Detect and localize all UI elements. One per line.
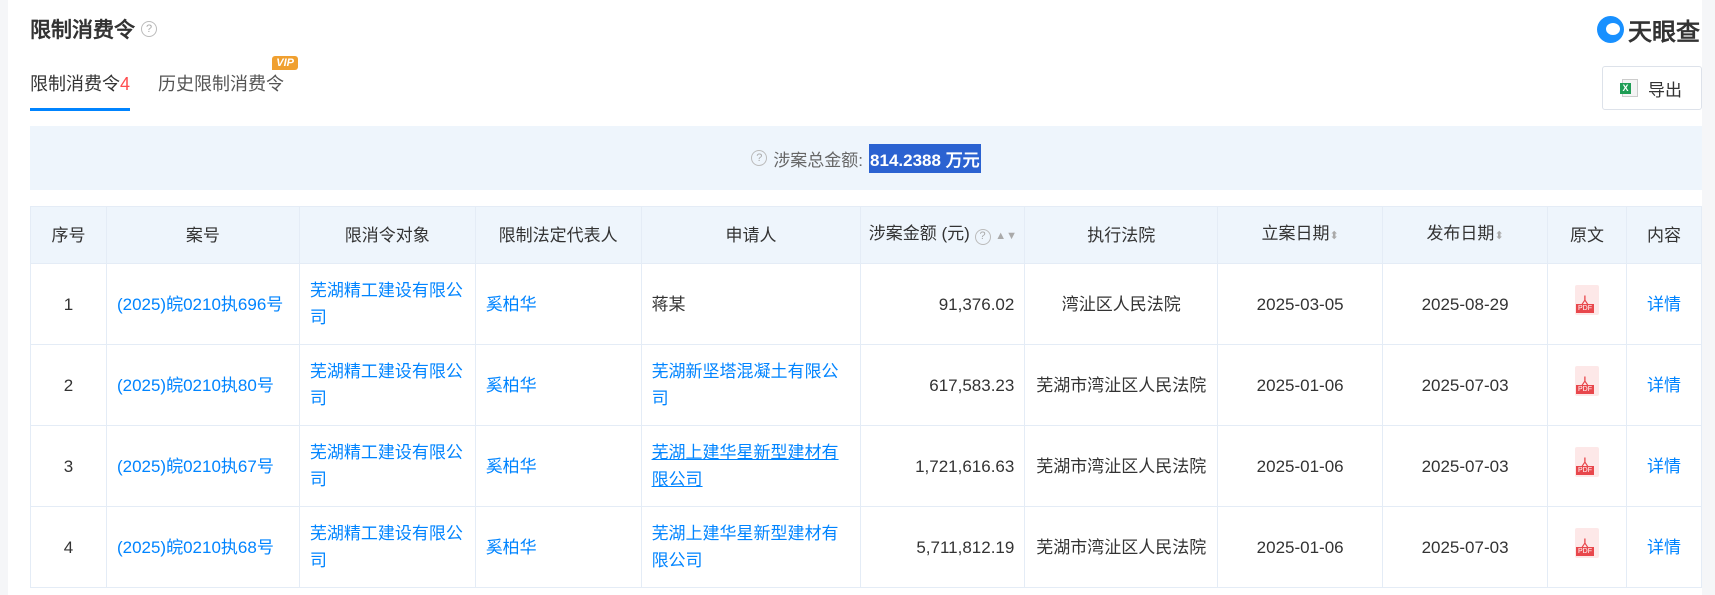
target-company-link[interactable]: 芜湖精工建设有限公司 [298, 263, 476, 345]
sort-icon: ▲▼ [995, 230, 1018, 242]
table-row: 2 (2025)皖0210执80号 芜湖精工建设有限公司 奚柏华 芜湖新坚塔混凝… [30, 344, 1703, 426]
legal-rep-link[interactable]: 奚柏华 [474, 506, 642, 588]
export-button[interactable]: 导出 [1602, 66, 1702, 110]
filed-date-header[interactable]: 立案日期⬍ [1217, 206, 1384, 264]
case-number-link[interactable]: (2025)皖0210执696号 [105, 263, 300, 345]
target-company-link[interactable]: 芜湖精工建设有限公司 [298, 425, 476, 507]
tab-history-restriction-orders[interactable]: 历史限制消费令 VIP [158, 56, 299, 111]
total-amount: 814.2388 万元 [869, 143, 981, 173]
case-number-link[interactable]: (2025)皖0210执80号 [105, 344, 300, 426]
restriction-panel: 限制消费令 ? 天眼查 限制消费令4 历史限制消费令VIP 导出 ? 涉案总金额… [8, 0, 1703, 595]
applicant[interactable]: 芜湖上建华星新型建材有限公司 [640, 506, 862, 588]
published-date-header[interactable]: 发布日期⬍ [1382, 206, 1548, 264]
table-header: 序号 案号 限消令对象 限制法定代表人 申请人 涉案金额 (元) ? ▲▼ 执行… [30, 206, 1703, 264]
pdf-icon[interactable] [1574, 447, 1599, 477]
tab-restriction-orders[interactable]: 限制消费令4 [30, 70, 131, 111]
detail-link[interactable]: 详情 [1625, 425, 1703, 507]
amount-header[interactable]: 涉案金额 (元) ? ▲▼ [860, 206, 1026, 264]
applicant: 蒋某 [640, 263, 862, 345]
sort-icon: ⬍ [1494, 230, 1504, 242]
vip-badge: VIP [272, 56, 299, 70]
total-amount-summary: ? 涉案总金额: 814.2388 万元 [30, 126, 1702, 190]
table-row: 3 (2025)皖0210执67号 芜湖精工建设有限公司 奚柏华 芜湖上建华星新… [30, 425, 1703, 507]
page-title: 限制消费令 ? [30, 14, 157, 44]
applicant[interactable]: 芜湖新坚塔混凝土有限公司 [640, 344, 862, 426]
applicant[interactable]: 芜湖上建华星新型建材有限公司 [640, 425, 862, 507]
tab-bar: 限制消费令4 历史限制消费令 VIP [30, 56, 299, 111]
table-row: 4 (2025)皖0210执68号 芜湖精工建设有限公司 奚柏华 芜湖上建华星新… [30, 506, 1703, 588]
target-company-link[interactable]: 芜湖精工建设有限公司 [298, 506, 476, 588]
help-icon: ? [974, 228, 991, 245]
legal-rep-link[interactable]: 奚柏华 [474, 425, 642, 507]
excel-icon [1620, 79, 1638, 97]
detail-link[interactable]: 详情 [1625, 263, 1703, 345]
sort-icon: ⬍ [1329, 230, 1339, 242]
detail-link[interactable]: 详情 [1625, 506, 1703, 588]
pdf-icon[interactable] [1574, 366, 1599, 396]
target-company-link[interactable]: 芜湖精工建设有限公司 [298, 344, 476, 426]
table-row: 1 (2025)皖0210执696号 芜湖精工建设有限公司 奚柏华 蒋某 91,… [30, 263, 1703, 345]
legal-rep-link[interactable]: 奚柏华 [474, 344, 642, 426]
logo-icon [1597, 16, 1624, 43]
detail-link[interactable]: 详情 [1625, 344, 1703, 426]
restriction-table: 序号 案号 限消令对象 限制法定代表人 申请人 涉案金额 (元) ? ▲▼ 执行… [30, 206, 1703, 588]
case-number-link[interactable]: (2025)皖0210执68号 [105, 506, 300, 588]
help-icon[interactable]: ? [751, 150, 768, 166]
pdf-icon[interactable] [1574, 528, 1599, 558]
pdf-icon[interactable] [1574, 285, 1599, 315]
help-icon[interactable]: ? [141, 21, 157, 37]
legal-rep-link[interactable]: 奚柏华 [474, 263, 642, 345]
tianyancha-logo: 天眼查 [1597, 12, 1700, 47]
case-number-link[interactable]: (2025)皖0210执67号 [105, 425, 300, 507]
